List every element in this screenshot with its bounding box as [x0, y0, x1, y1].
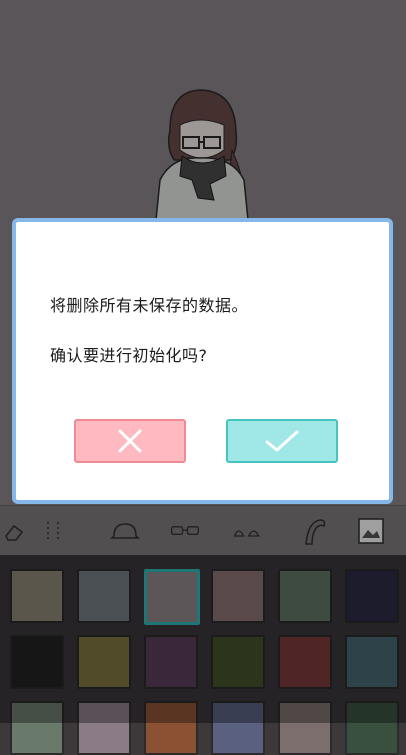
dialog-message-line2: 确认要进行初始化吗?: [50, 346, 208, 365]
close-icon: [118, 429, 142, 453]
confirm-reset-dialog: 将删除所有未保存的数据。 确认要进行初始化吗?: [12, 218, 393, 504]
confirm-button[interactable]: [226, 419, 338, 463]
cancel-button[interactable]: [74, 419, 186, 463]
dialog-message-line1: 将删除所有未保存的数据。: [50, 296, 249, 315]
check-icon: [265, 430, 299, 452]
